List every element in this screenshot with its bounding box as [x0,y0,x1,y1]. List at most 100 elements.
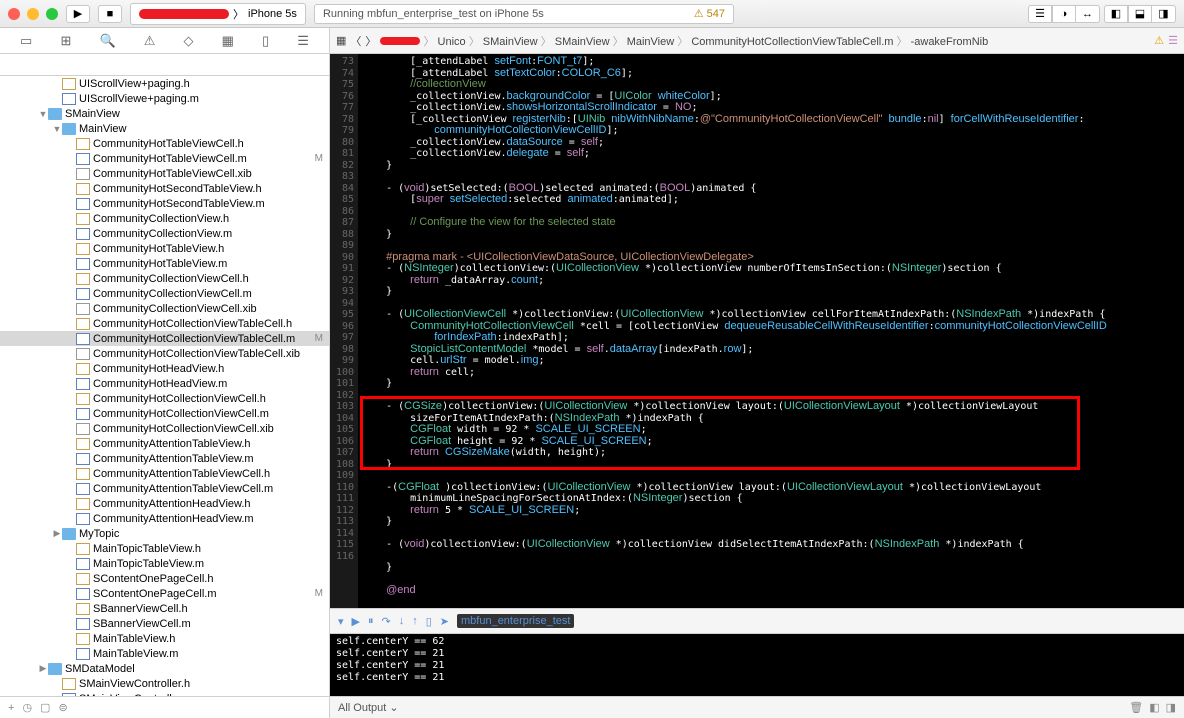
tree-item[interactable]: ▼SMainView [0,106,329,121]
tree-item[interactable]: CommunityHotHeadView.m [0,376,329,391]
file-name: CommunityCollectionView.m [93,228,232,240]
issue-indicator-icon[interactable]: ⚠ [1154,34,1164,47]
tree-item[interactable]: CommunityAttentionTableViewCell.h [0,466,329,481]
tree-item[interactable]: MainTableView.m [0,646,329,661]
tree-item[interactable]: MainTopicTableView.h [0,541,329,556]
tree-item[interactable]: SBannerViewCell.h [0,601,329,616]
report-nav-icon[interactable]: ☰ [297,33,309,49]
tree-item[interactable]: CommunityHotSecondTableView.m [0,196,329,211]
tree-item[interactable]: CommunityCollectionView.h [0,211,329,226]
project-redacted[interactable] [380,37,420,45]
debug-view-icon[interactable]: ▯ [426,615,432,628]
tree-item[interactable]: UIScrollView+paging.h [0,76,329,91]
jump-bar[interactable]: ▦ 〈 〉 〉 Unico 〉 SMainView 〉 SMainView 〉 … [330,28,1184,54]
minimize-icon[interactable] [27,8,39,20]
symbol-nav-icon[interactable]: ⊞ [60,33,71,49]
back-icon[interactable]: 〈 [350,33,361,49]
tree-item[interactable]: SBannerViewCell.m [0,616,329,631]
scheme-selector[interactable]: 〉 iPhone 5s [130,3,306,25]
tree-item[interactable]: CommunityAttentionHeadView.m [0,511,329,526]
console-filter[interactable]: All Output ⌄ [338,701,399,714]
step-over-icon[interactable]: ↷ [382,615,391,628]
test-nav-icon[interactable]: ◇ [183,33,193,49]
console-output[interactable]: self.centerY == 62 self.centerY == 21 se… [330,634,1184,696]
related-items-icon[interactable]: ▦ [336,34,346,47]
tree-item[interactable]: ▼MainView [0,121,329,136]
toggle-navigator-button[interactable]: ◧ [1104,5,1128,23]
file-icon [76,363,90,375]
find-nav-icon[interactable]: 🔍 [99,33,115,49]
code-content[interactable]: [_attendLabel setFont:FONT_t7]; [_attend… [358,54,1184,608]
tree-item[interactable]: SContentOnePageCell.mM [0,586,329,601]
step-into-icon[interactable]: ↓ [399,615,405,627]
continue-icon[interactable]: ▶ [352,615,360,628]
jumpbar-item[interactable]: CommunityHotCollectionViewTableCell.m [691,36,893,48]
warnings-badge[interactable]: ⚠ 547 [694,7,725,20]
jumpbar-item[interactable]: MainView [627,36,675,48]
tree-item[interactable]: CommunityHotCollectionViewTableCell.mM [0,331,329,346]
file-name: SMainViewController.h [79,678,190,690]
tree-item[interactable]: CommunityAttentionTableView.m [0,451,329,466]
tree-item[interactable]: CommunityCollectionViewCell.xib [0,301,329,316]
jumpbar-item[interactable]: -awakeFromNib [911,36,989,48]
tree-item[interactable]: CommunityHotCollectionViewCell.xib [0,421,329,436]
adjust-editor-icon[interactable]: ☰ [1168,34,1178,47]
tree-item[interactable]: CommunityHotCollectionViewTableCell.xib [0,346,329,361]
filter-icon[interactable]: ⊜ [58,701,67,714]
breakpoint-nav-icon[interactable]: ▯ [262,33,269,49]
tree-item[interactable]: SContentOnePageCell.h [0,571,329,586]
tree-item[interactable]: CommunityHotTableViewCell.xib [0,166,329,181]
issue-nav-icon[interactable]: ⚠ [144,33,156,49]
tree-item[interactable]: CommunityHotCollectionViewCell.h [0,391,329,406]
tree-item[interactable]: CommunityAttentionHeadView.h [0,496,329,511]
standard-editor-button[interactable]: ☰ [1028,5,1052,23]
debug-nav-icon[interactable]: ▦ [222,33,234,49]
tree-item[interactable]: ▶MyTopic [0,526,329,541]
tree-item[interactable]: CommunityCollectionViewCell.m [0,286,329,301]
toggle-debug-button[interactable]: ⬓ [1128,5,1152,23]
tree-item[interactable]: CommunityCollectionViewCell.h [0,271,329,286]
tree-item[interactable]: CommunityHotCollectionViewTableCell.h [0,316,329,331]
version-editor-button[interactable]: ↔ [1076,5,1100,23]
project-nav-icon[interactable]: ▭ [20,33,32,49]
toggle-inspector-button[interactable]: ◨ [1152,5,1176,23]
tree-item[interactable]: MainTopicTableView.m [0,556,329,571]
tree-item[interactable]: CommunityHotHeadView.h [0,361,329,376]
trash-icon[interactable]: 🗑 [1129,701,1143,714]
file-tree[interactable]: UIScrollView+paging.hUIScrollViewe+pagin… [0,76,329,696]
location-icon[interactable]: ➤ [440,615,449,628]
file-name: SContentOnePageCell.h [93,573,213,585]
stop-button[interactable]: ■ [98,5,122,23]
debug-target[interactable]: mbfun_enterprise_test [457,614,574,628]
toggle-breakpoints-icon[interactable]: ▾ [338,615,344,628]
assistant-editor-button[interactable]: ◑ [1052,5,1076,23]
pause-icon[interactable]: ⏸ [368,615,374,628]
jumpbar-item[interactable]: Unico [438,36,466,48]
tree-item[interactable]: CommunityAttentionTableView.h [0,436,329,451]
step-out-icon[interactable]: ↑ [412,615,418,627]
tree-item[interactable]: CommunityHotSecondTableView.h [0,181,329,196]
console-right-icon[interactable]: ◨ [1166,701,1176,714]
tree-item[interactable]: MainTableView.h [0,631,329,646]
close-icon[interactable] [8,8,20,20]
zoom-icon[interactable] [46,8,58,20]
tree-item[interactable]: ▶SMDataModel [0,661,329,676]
filter-scm-icon[interactable]: ▢ [40,701,50,714]
tree-item[interactable]: CommunityAttentionTableViewCell.m [0,481,329,496]
tree-item[interactable]: CommunityCollectionView.m [0,226,329,241]
tree-item[interactable]: UIScrollViewe+paging.m [0,91,329,106]
tree-item[interactable]: CommunityHotTableView.m [0,256,329,271]
filter-recent-icon[interactable]: ◷ [22,701,32,714]
tree-item[interactable]: CommunityHotCollectionViewCell.m [0,406,329,421]
tree-item[interactable]: CommunityHotTableViewCell.mM [0,151,329,166]
run-button[interactable]: ▶ [66,5,90,23]
forward-icon[interactable]: 〉 [365,33,376,49]
tree-item[interactable]: CommunityHotTableViewCell.h [0,136,329,151]
code-editor[interactable]: 73 74 75 76 77 78 79 80 81 82 83 84 85 8… [330,54,1184,608]
add-icon[interactable]: + [8,702,14,714]
jumpbar-item[interactable]: SMainView [555,36,610,48]
console-left-icon[interactable]: ◧ [1149,701,1159,714]
tree-item[interactable]: SMainViewController.h [0,676,329,691]
jumpbar-item[interactable]: SMainView [483,36,538,48]
tree-item[interactable]: CommunityHotTableView.h [0,241,329,256]
